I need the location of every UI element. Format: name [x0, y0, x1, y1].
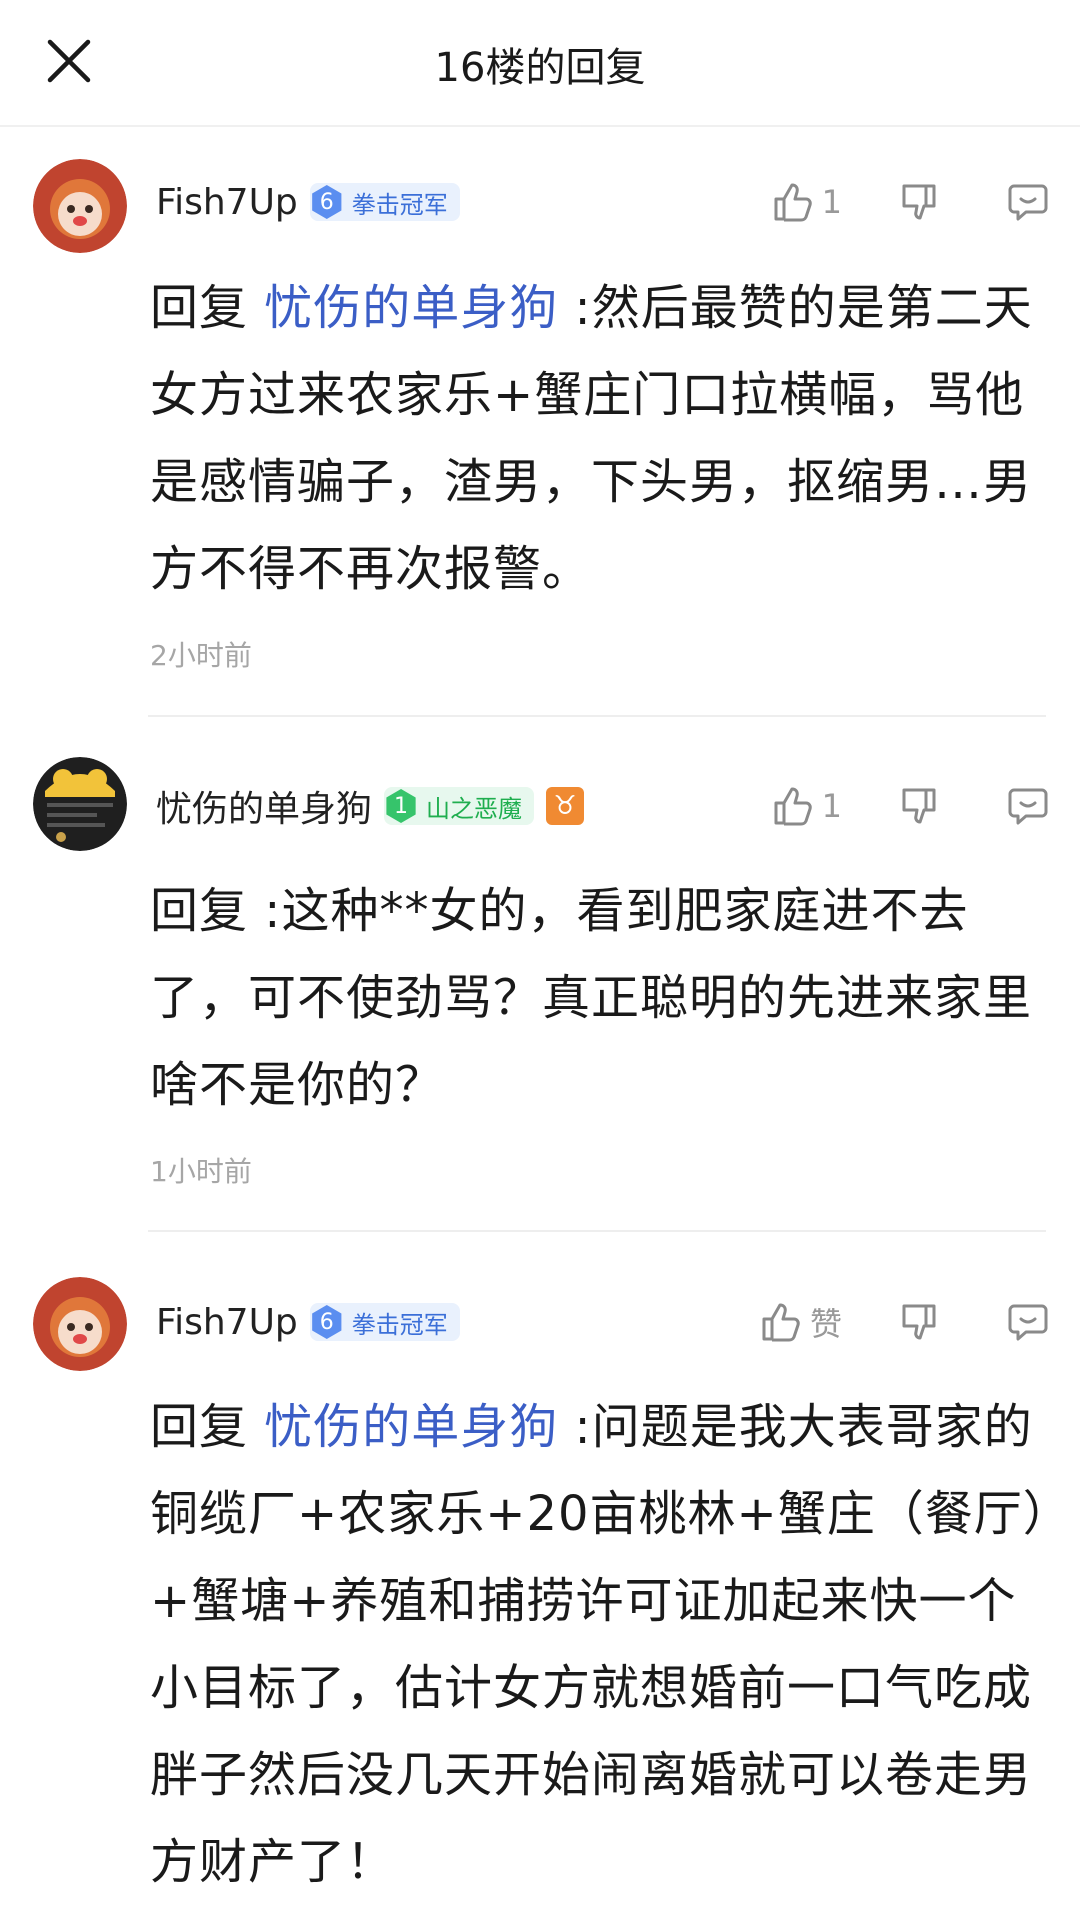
header-bar: 16楼的回复	[0, 0, 1080, 127]
badge-label: 拳击冠军	[351, 1310, 448, 1339]
comment-actions: 1	[770, 776, 1050, 836]
mention-link[interactable]: 忧伤的单身狗	[264, 280, 558, 336]
comment-actions: 赞	[758, 1292, 1050, 1352]
dislike-button[interactable]	[898, 180, 942, 224]
reply-page: 16楼的回复 Fish7Up 6 拳击冠军 1 回复 忧伤的单身狗:然后最赞的…	[0, 0, 1080, 1926]
reply-prefix: 回复	[150, 883, 249, 939]
like-button[interactable]: 1	[770, 784, 842, 828]
badge-label: 山之恶魔	[426, 794, 523, 823]
comment-actions: 1	[770, 172, 1050, 232]
thumbs-up-icon	[774, 183, 812, 222]
comment-body: :这种**女的，看到肥家庭进不去了，可不使劲骂？真正聪明的先进来家里啥不是你的？	[150, 883, 1033, 1113]
user-badge[interactable]: 6 拳击冠军	[309, 183, 460, 221]
dislike-button[interactable]	[898, 1300, 942, 1344]
comment-body: :问题是我大表哥家的铜缆厂+农家乐+20亩桃林+蟹庄（餐厅）+蟹塘+养殖和捕捞许…	[150, 1399, 1048, 1890]
level-icon: 6	[312, 185, 342, 219]
like-count: 1	[821, 787, 842, 825]
reply-button[interactable]	[1006, 180, 1050, 224]
username[interactable]: 忧伤的单身狗	[156, 780, 372, 832]
like-button[interactable]: 1	[770, 180, 842, 224]
comment-text: 回复 忧伤的单身狗 :问题是我大表哥家的铜缆厂+农家乐+20亩桃林+蟹庄（餐厅）…	[150, 1384, 1050, 1906]
avatar[interactable]	[33, 1277, 127, 1371]
thumbs-down-icon	[902, 1304, 936, 1340]
timestamp: 2小时前	[150, 639, 252, 672]
like-label: 赞	[809, 1305, 842, 1343]
comment-bubble-icon	[1008, 788, 1048, 825]
thumbs-down-icon	[902, 788, 936, 824]
reply-prefix: 回复	[150, 280, 249, 336]
reply-button[interactable]	[1006, 1300, 1050, 1344]
like-count: 1	[821, 183, 842, 221]
comment-text: 回复 忧伤的单身狗 :然后最赞的是第二天女方过来农家乐+蟹庄门口拉横幅，骂他是感…	[150, 265, 1050, 613]
timestamp: 1小时前	[150, 1155, 252, 1188]
mention-link[interactable]: 忧伤的单身狗	[264, 1399, 558, 1455]
comment-bubble-icon	[1008, 1304, 1048, 1341]
comment-bubble-icon	[1008, 184, 1048, 221]
close-icon	[47, 39, 91, 83]
thumbs-up-icon	[762, 1303, 800, 1342]
reply-button[interactable]	[1006, 784, 1050, 828]
badge-label: 拳击冠军	[351, 190, 448, 219]
avatar[interactable]	[33, 757, 127, 851]
user-badge[interactable]: 6 拳击冠军	[309, 1303, 460, 1341]
author-row: Fish7Up 6 拳击冠军	[156, 172, 460, 232]
level-icon: 6	[312, 1305, 342, 1339]
username[interactable]: Fish7Up	[156, 1302, 298, 1343]
avatar[interactable]	[33, 159, 127, 253]
reply-prefix: 回复	[150, 1399, 249, 1455]
divider	[148, 715, 1046, 717]
user-badge[interactable]: 1 山之恶魔	[384, 787, 535, 825]
divider	[148, 1230, 1046, 1232]
author-row: Fish7Up 6 拳击冠军	[156, 1292, 460, 1352]
taurus-icon: ♉	[546, 787, 585, 825]
dislike-button[interactable]	[898, 784, 942, 828]
close-button[interactable]	[40, 32, 98, 90]
like-button[interactable]: 赞	[758, 1299, 842, 1345]
level-icon: 1	[386, 789, 416, 823]
thumbs-down-icon	[902, 184, 936, 220]
page-title: 16楼的回复	[434, 44, 646, 91]
username[interactable]: Fish7Up	[156, 182, 298, 223]
author-row: 忧伤的单身狗 1 山之恶魔 ♉	[156, 776, 585, 836]
thumbs-up-icon	[774, 787, 812, 826]
comment-text: 回复 :这种**女的，看到肥家庭进不去了，可不使劲骂？真正聪明的先进来家里啥不是…	[150, 868, 1050, 1129]
